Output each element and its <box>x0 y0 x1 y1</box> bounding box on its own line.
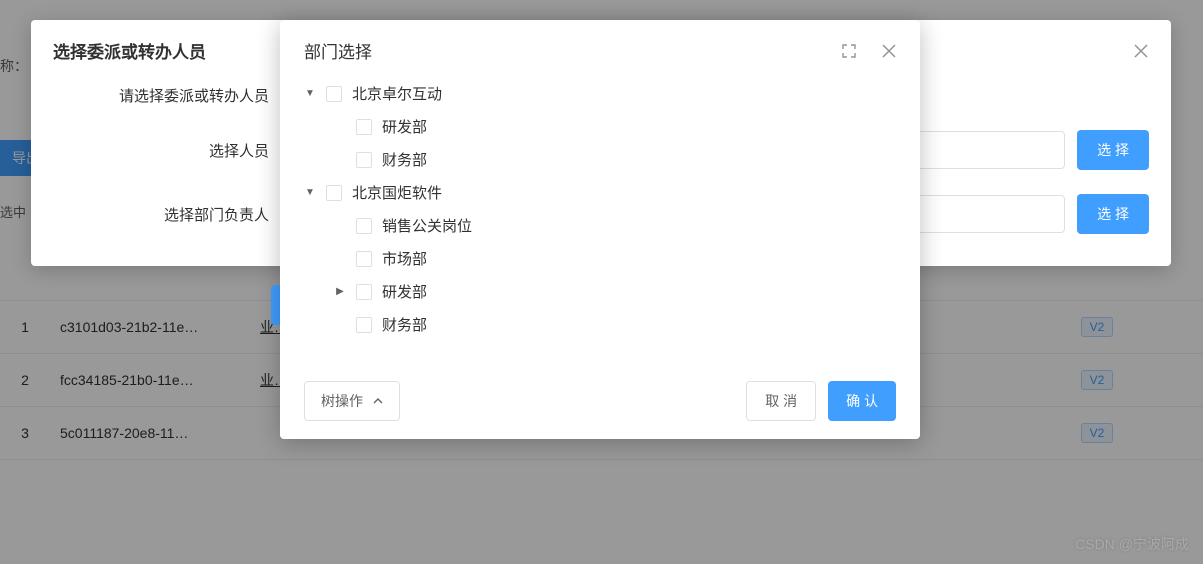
fullscreen-icon[interactable] <box>842 44 856 58</box>
watermark: CSDN @宁波阿成 <box>1075 534 1189 554</box>
close-icon[interactable] <box>882 44 896 58</box>
tree-label: 销售公关岗位 <box>382 215 472 236</box>
tree-checkbox[interactable] <box>326 185 342 201</box>
caret-icon[interactable]: ▼ <box>304 187 316 198</box>
tree-ops-label: 树操作 <box>321 391 363 411</box>
dept-modal-actions <box>842 44 896 58</box>
tree-checkbox[interactable] <box>356 152 372 168</box>
dept-modal-title: 部门选择 <box>304 38 372 63</box>
dept-modal-footer: 树操作 取 消 确 认 <box>280 367 920 439</box>
tree-label: 研发部 <box>382 116 427 137</box>
tree-checkbox[interactable] <box>356 218 372 234</box>
confirm-button[interactable]: 确 认 <box>828 381 896 421</box>
close-icon[interactable] <box>1133 43 1149 59</box>
footer-right: 取 消 确 认 <box>746 381 896 421</box>
chevron-up-icon <box>373 397 383 405</box>
tree-item[interactable]: ▼ 北京卓尔互动 <box>304 77 896 110</box>
tree-label: 北京国炬软件 <box>352 182 442 203</box>
form-label: 选择部门负责人 <box>53 204 283 225</box>
cancel-button[interactable]: 取 消 <box>746 381 816 421</box>
tree-item[interactable]: 销售公关岗位 <box>304 209 896 242</box>
caret-icon[interactable]: ▼ <box>304 88 316 99</box>
form-label: 选择人员 <box>53 140 283 161</box>
form-label: 请选择委派或转办人员 <box>53 85 283 106</box>
tree-checkbox[interactable] <box>356 284 372 300</box>
dept-select-modal: 部门选择 ▼北京卓尔互动研发部财务部▼北京国炬软件销售公关岗位市场部▶研发部财务… <box>280 20 920 439</box>
tree-item[interactable]: 研发部 <box>304 110 896 143</box>
tree-item[interactable]: ▼ 北京国炬软件 <box>304 176 896 209</box>
tree-label: 北京卓尔互动 <box>352 83 442 104</box>
select-person-button[interactable]: 选 择 <box>1077 130 1149 170</box>
dept-modal-header: 部门选择 <box>280 20 920 77</box>
tree-label: 研发部 <box>382 281 427 302</box>
tree-item[interactable]: ▶ 研发部 <box>304 275 896 308</box>
tree-item[interactable]: 财务部 <box>304 308 896 341</box>
caret-icon[interactable]: ▶ <box>334 286 346 297</box>
tree-label: 市场部 <box>382 248 427 269</box>
dept-tree: ▼北京卓尔互动研发部财务部▼北京国炬软件销售公关岗位市场部▶研发部财务部 <box>280 77 920 367</box>
tree-checkbox[interactable] <box>356 317 372 333</box>
select-dept-button[interactable]: 选 择 <box>1077 194 1149 234</box>
tree-checkbox[interactable] <box>326 86 342 102</box>
tree-checkbox[interactable] <box>356 251 372 267</box>
tree-item[interactable]: 市场部 <box>304 242 896 275</box>
tree-item[interactable]: 财务部 <box>304 143 896 176</box>
tree-label: 财务部 <box>382 149 427 170</box>
assign-modal-title: 选择委派或转办人员 <box>53 38 206 63</box>
tree-label: 财务部 <box>382 314 427 335</box>
tree-checkbox[interactable] <box>356 119 372 135</box>
tree-ops-button[interactable]: 树操作 <box>304 381 400 421</box>
